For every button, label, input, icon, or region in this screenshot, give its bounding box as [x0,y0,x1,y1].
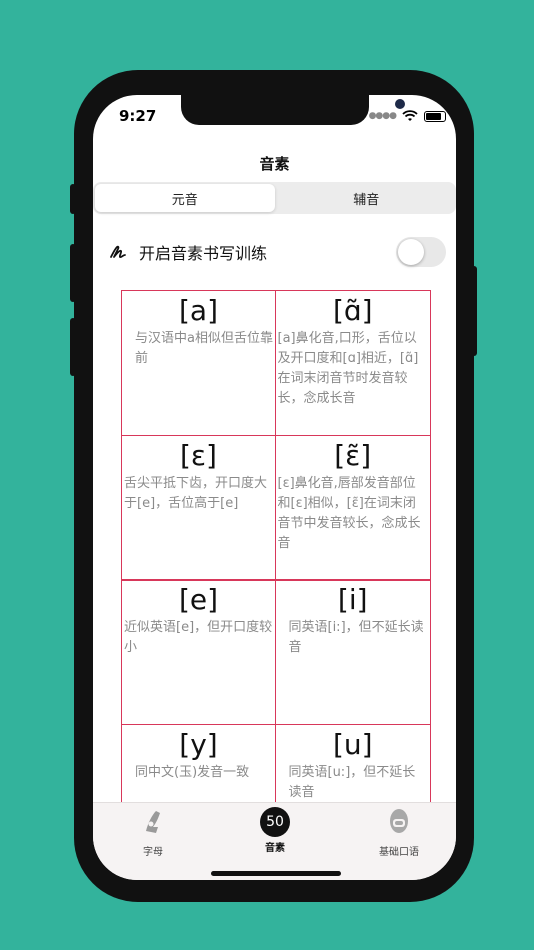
phoneme-symbol: [i] [337,583,368,616]
writing-training-label: 开启音素书写训练 [139,244,268,263]
signal-icon: ●●●● [368,111,397,121]
app-screen: 9:27 ●●●● 音素 元音 辅音 开启音素书写训练 [a] 与汉语中a相似但… [93,95,456,880]
writing-training-switch[interactable] [396,237,446,267]
camera-icon [395,99,405,109]
battery-icon [424,110,446,122]
home-indicator[interactable] [211,871,341,876]
phoneme-description: 同英语[i:]，但不延长读音 [288,620,424,655]
phoneme-description: [a]鼻化音,口形，舌位以及开口度和[ɑ]相近，[ɑ̃]在词末闭音节时发音较长，… [277,331,419,406]
tab-vowels[interactable]: 元音 [95,184,275,212]
phonemes-badge: 50 [260,807,290,837]
tab-phonemes[interactable]: 50 音素 [235,807,315,854]
status-time: 9:27 [119,107,157,125]
phoneme-description: 同英语[u:]，但不延长读音 [288,764,416,800]
writing-training-row: 开启音素书写训练 [109,235,446,269]
phoneme-cell[interactable]: [ɛ̃] [ɛ]鼻化音,唇部发音部位和[ɛ]相似，[ɛ̃]在词末闭音节中发音较长… [274,434,431,581]
page-title: 音素 [259,155,290,173]
switch-knob [398,239,424,265]
phoneme-symbol: [ɑ̃] [332,294,373,327]
phoneme-cell[interactable]: [i] 同英语[i:]，但不延长读音 [274,579,431,725]
phoneme-symbol: [a] [178,294,218,327]
tab-phonemes-label: 音素 [265,843,285,854]
phoneme-description: [ɛ]鼻化音,唇部发音部位和[ɛ]相似，[ɛ̃]在词末闭音节中发音较长，念成长音 [277,475,421,551]
phoneme-cell[interactable]: [ɛ] 舌尖平抵下齿，开口度大于[e]，舌位高于[e] [121,434,276,581]
phoneme-description: 舌尖平抵下齿，开口度大于[e]，舌位高于[e] [124,475,268,511]
phoneme-symbol: [u] [332,727,373,761]
tab-consonants[interactable]: 辅音 [277,182,457,214]
pen-scribble-icon [110,245,126,259]
speaking-icon [390,809,408,833]
phoneme-cell[interactable]: [ɑ̃] [a]鼻化音,口形，舌位以及开口度和[ɑ]相近，[ɑ̃]在词末闭音节时… [274,290,431,436]
phoneme-description: 近似英语[e]，但开口度较小 [124,620,273,655]
letter-icon [146,811,160,833]
phoneme-description: 同中文(玉)发音一致 [135,764,250,780]
phoneme-symbol: [e] [178,583,219,616]
phoneme-description: 与汉语中a相似但舌位靠前 [135,331,273,366]
phoneme-cell[interactable]: [a] 与汉语中a相似但舌位靠前 [121,290,276,436]
tab-bar: 字母 50 音素 基础口语 [93,802,456,880]
tab-letters-label: 字母 [143,847,163,858]
tab-basic-speaking-label: 基础口语 [379,847,419,858]
tab-letters[interactable]: 字母 [113,807,193,858]
segmented-control: 元音 辅音 [93,182,456,214]
phoneme-symbol: [ɛ̃] [334,438,372,472]
phoneme-cell[interactable]: [e] 近似英语[e]，但开口度较小 [121,579,276,725]
phoneme-symbol: [y] [179,727,218,761]
tab-basic-speaking[interactable]: 基础口语 [359,807,439,858]
phoneme-symbol: [ɛ] [180,438,217,472]
wifi-icon [402,110,418,121]
status-icons: ●●●● [369,110,446,122]
phoneme-grid: [a] 与汉语中a相似但舌位靠前 [ɑ̃] [a]鼻化音,口形，舌位以及开口度和… [121,290,431,870]
notch [181,95,405,125]
